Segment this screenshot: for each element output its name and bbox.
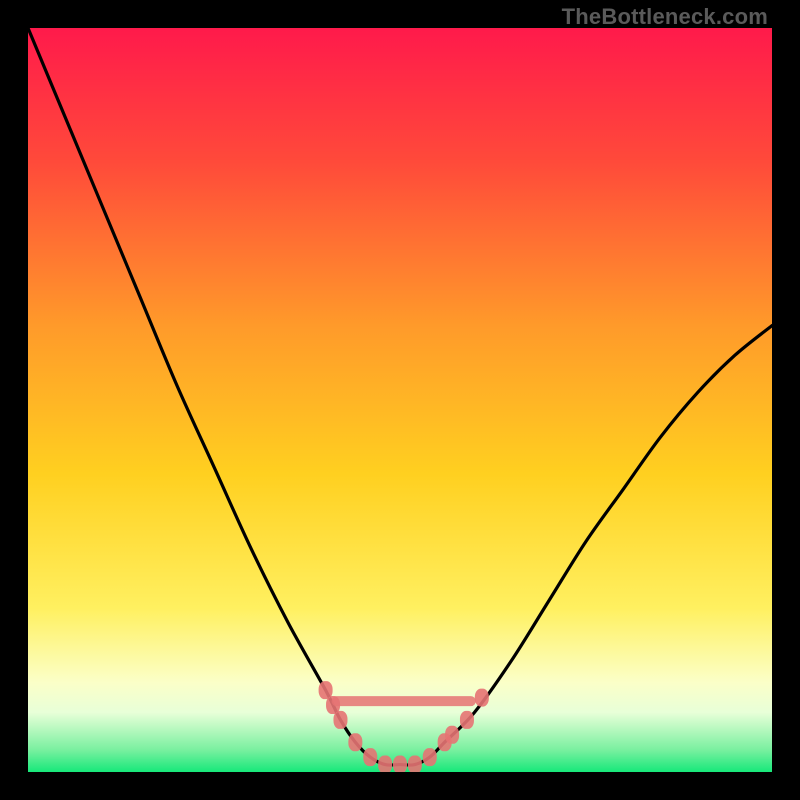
bottleneck-curve: [28, 28, 772, 772]
curve-marker: [445, 726, 459, 744]
curve-marker: [460, 711, 474, 729]
plot-area: [28, 28, 772, 772]
curve-marker: [393, 756, 407, 772]
curve-marker: [408, 756, 422, 772]
chart-frame: TheBottleneck.com: [0, 0, 800, 800]
curve-marker: [348, 733, 362, 751]
curve-marker: [378, 756, 392, 772]
curve-line: [28, 28, 772, 765]
curve-marker: [363, 748, 377, 766]
watermark-text: TheBottleneck.com: [562, 4, 768, 30]
curve-marker-band: [332, 696, 476, 706]
curve-marker: [475, 689, 489, 707]
curve-marker: [333, 711, 347, 729]
curve-marker: [423, 748, 437, 766]
